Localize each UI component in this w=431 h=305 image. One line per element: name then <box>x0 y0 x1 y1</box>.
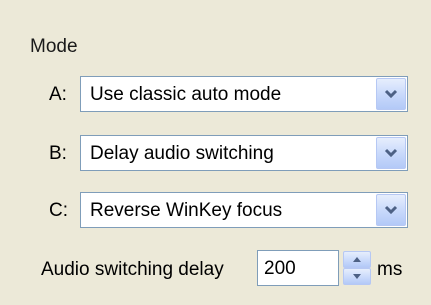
mode-a-dropdown-button[interactable] <box>376 78 406 110</box>
audio-delay-unit: ms <box>377 259 403 280</box>
audio-delay-increase-button[interactable] <box>343 251 371 268</box>
mode-a-dropdown[interactable]: Use classic auto mode <box>80 76 408 112</box>
audio-delay-decrease-button[interactable] <box>343 268 371 285</box>
audio-delay-input[interactable]: 200 <box>257 250 339 286</box>
mode-row-b: B: Delay audio switching <box>0 135 431 173</box>
mode-c-label: C: <box>49 200 68 221</box>
audio-delay-label: Audio switching delay <box>41 259 224 280</box>
mode-c-dropdown-button[interactable] <box>376 194 406 226</box>
audio-delay-value: 200 <box>264 258 296 279</box>
audio-delay-row: Audio switching delay 200 ms <box>0 250 431 288</box>
mode-c-selected-value: Reverse WinKey focus <box>90 200 283 221</box>
mode-row-a: A: Use classic auto mode <box>0 76 431 114</box>
mode-b-label: B: <box>49 143 67 164</box>
audio-delay-spinner <box>343 250 371 286</box>
mode-b-dropdown[interactable]: Delay audio switching <box>80 135 408 171</box>
spin-up-icon <box>353 257 361 262</box>
spin-down-icon <box>353 274 361 279</box>
chevron-down-icon <box>384 205 398 215</box>
mode-settings-panel: Mode A: Use classic auto mode B: Delay a… <box>0 0 431 305</box>
chevron-down-icon <box>384 89 398 99</box>
mode-a-selected-value: Use classic auto mode <box>90 84 282 105</box>
mode-b-selected-value: Delay audio switching <box>90 143 274 164</box>
section-title-mode: Mode <box>30 36 78 57</box>
mode-a-label: A: <box>49 84 67 105</box>
mode-c-dropdown[interactable]: Reverse WinKey focus <box>80 192 408 228</box>
mode-b-dropdown-button[interactable] <box>376 137 406 169</box>
chevron-down-icon <box>384 148 398 158</box>
mode-row-c: C: Reverse WinKey focus <box>0 192 431 230</box>
